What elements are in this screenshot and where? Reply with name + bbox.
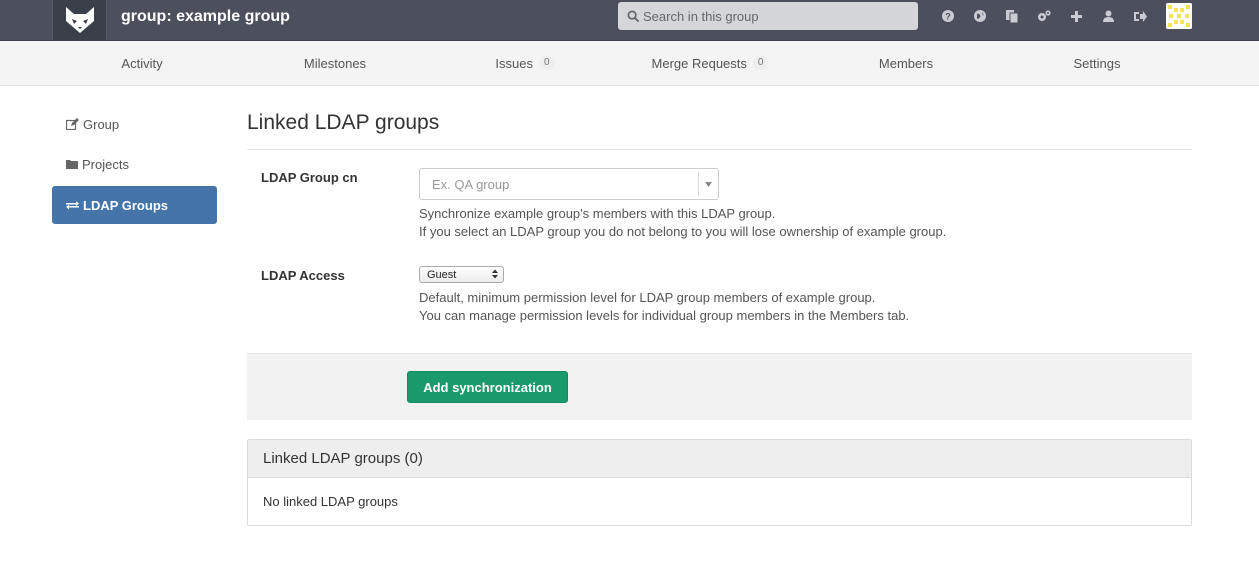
tab-issues[interactable]: Issues 0 [435,41,615,85]
updown-arrows-icon [492,269,498,279]
divider [247,149,1192,150]
sidebar-item-ldap-groups[interactable]: LDAP Groups [52,186,217,224]
edit-icon [66,118,79,130]
globe-icon[interactable] [964,6,996,26]
tab-settings[interactable]: Settings [1007,41,1187,85]
sidebar-item-label: LDAP Groups [83,197,168,213]
sidebar-item-group[interactable]: Group [52,105,217,143]
help-icon[interactable]: ? [932,6,964,26]
panel-title: Linked LDAP groups (0) [248,440,1191,478]
sign-out-icon[interactable] [1124,6,1156,26]
empty-state-text: No linked LDAP groups [263,494,398,509]
tab-activity[interactable]: Activity [52,41,232,85]
ldap-group-cn-select[interactable] [419,168,719,200]
user-icon[interactable] [1092,6,1124,26]
group-nav: Activity Milestones Issues 0 Merge Reques… [0,41,1259,86]
tab-merge-requests[interactable]: Merge Requests 0 [620,41,800,85]
ldap-access-select[interactable]: Guest [419,266,504,283]
issues-count-badge: 0 [539,56,555,70]
linked-groups-panel: Linked LDAP groups (0) No linked LDAP gr… [247,439,1192,526]
ldap-group-cn-label: LDAP Group cn [261,170,358,185]
ldap-access-help: Default, minimum permission level for LD… [419,290,910,323]
sidebar-item-projects[interactable]: Projects [52,145,217,183]
ldap-group-cn-help: Synchronize example group's members with… [419,206,947,239]
ldap-group-cn-input[interactable] [420,176,698,192]
chevron-down-icon[interactable] [698,172,718,196]
search-input[interactable] [643,8,903,24]
folder-icon [66,160,78,169]
plus-icon[interactable] [1060,6,1092,26]
tab-members[interactable]: Members [816,41,996,85]
copy-icon[interactable] [996,6,1028,26]
top-header: group: example group ? [0,0,1259,41]
search-icon [627,10,640,22]
exchange-icon [66,201,79,210]
fox-logo-icon [65,7,94,33]
ldap-access-label: LDAP Access [261,268,345,283]
sidebar-item-label: Group [83,116,120,132]
search-box[interactable] [618,2,918,30]
form-actions [247,353,1192,420]
sidebar-item-label: Projects [82,156,129,172]
avatar[interactable] [1166,3,1192,29]
merge-requests-count-badge: 0 [752,56,769,70]
svg-text:?: ? [945,12,951,22]
page-title: Linked LDAP groups [247,111,440,134]
add-synchronization-button[interactable]: Add synchronization [407,371,568,403]
app-title: group: example group [121,8,290,25]
gears-icon[interactable] [1028,6,1060,26]
tab-milestones[interactable]: Milestones [245,41,425,85]
gitlab-logo[interactable] [52,0,107,40]
